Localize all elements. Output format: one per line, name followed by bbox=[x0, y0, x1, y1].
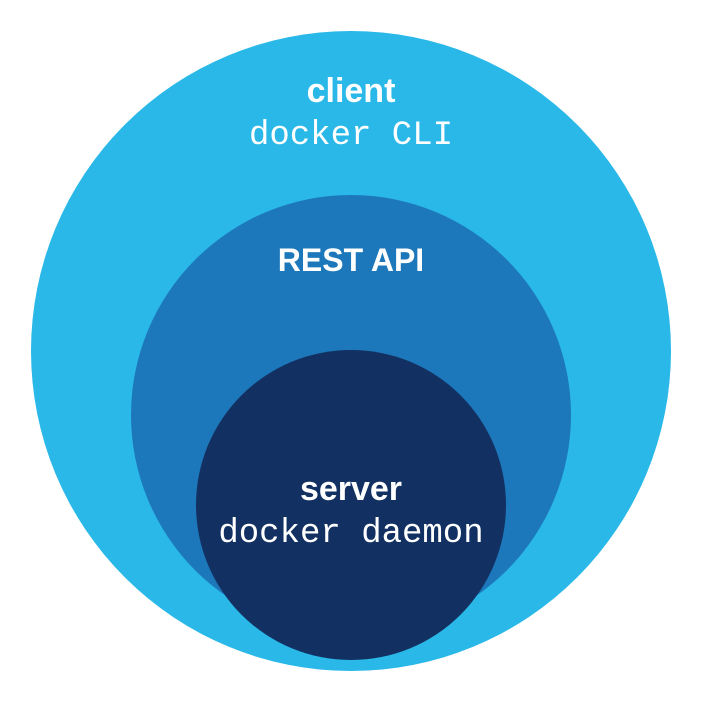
outer-label: client docker CLI bbox=[0, 70, 702, 157]
docker-engine-diagram: client docker CLI REST API server docker… bbox=[0, 0, 702, 702]
outer-title: client bbox=[0, 70, 702, 113]
inner-label: server docker daemon bbox=[0, 468, 702, 555]
middle-label: REST API bbox=[0, 240, 702, 280]
middle-title: REST API bbox=[0, 240, 702, 280]
inner-subtitle: docker daemon bbox=[0, 513, 702, 556]
outer-subtitle: docker CLI bbox=[0, 115, 702, 158]
inner-title: server bbox=[0, 468, 702, 511]
